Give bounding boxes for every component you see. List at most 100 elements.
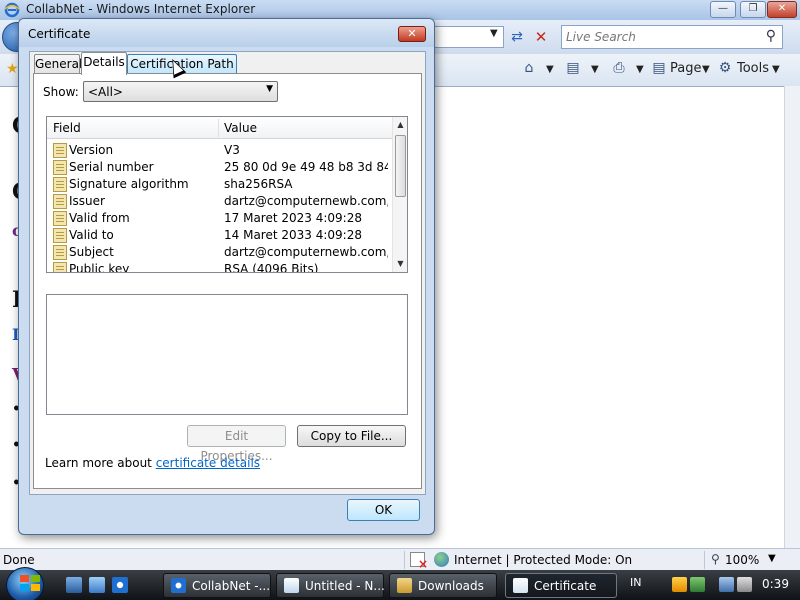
page-dropdown-icon[interactable]: ▼	[702, 64, 710, 75]
clock[interactable]: 0:39	[762, 577, 789, 591]
list-row[interactable]: Subject dartz@computernewb.com, co...	[47, 244, 392, 261]
row-field: Serial number	[69, 160, 154, 174]
row-field: Signature algorithm	[69, 177, 189, 191]
show-dropdown-value: <All>	[88, 85, 123, 99]
status-text: Done	[3, 553, 35, 567]
internet-explorer-icon	[171, 578, 186, 593]
column-divider[interactable]	[218, 119, 219, 137]
certificate-field-icon	[53, 211, 67, 226]
windows-defender-icon[interactable]	[690, 577, 705, 592]
chevron-down-icon: ▼	[266, 84, 273, 94]
show-desktop-icon[interactable]	[66, 577, 82, 593]
taskbar-button-label: Downloads	[418, 579, 484, 593]
dialog-titlebar[interactable]: Certificate ✕	[19, 19, 434, 47]
stop-icon[interactable]: ✕	[530, 26, 552, 48]
learn-more-text: Learn more about certificate details	[45, 456, 260, 470]
tools-dropdown-icon[interactable]: ▼	[772, 64, 780, 75]
column-header-field[interactable]: Field	[53, 121, 81, 135]
ie-titlebar[interactable]: CollabNet - Windows Internet Explorer — …	[0, 0, 800, 20]
search-box[interactable]: ⚲	[561, 25, 783, 49]
dialog-title: Certificate	[28, 27, 91, 41]
notepad-icon	[284, 578, 299, 593]
language-indicator[interactable]: IN	[630, 576, 641, 589]
list-row[interactable]: Public key RSA (4096 Bits)	[47, 261, 392, 273]
ok-button[interactable]: OK	[347, 499, 420, 521]
row-field: Issuer	[69, 194, 105, 208]
copy-to-file-button[interactable]: Copy to File...	[297, 425, 406, 447]
minimize-button[interactable]: —	[710, 1, 736, 18]
row-field: Public key	[69, 262, 130, 273]
column-header-value[interactable]: Value	[224, 121, 257, 135]
taskbar-button-label: CollabNet -...	[192, 579, 271, 593]
zoom-level[interactable]: 100%	[725, 553, 759, 567]
certificate-field-icon	[53, 194, 67, 209]
dialog-close-button[interactable]: ✕	[398, 26, 426, 42]
zoom-icon[interactable]: ⚲	[711, 552, 720, 566]
print-dropdown-icon[interactable]: ▼	[636, 64, 644, 75]
tab-general[interactable]: General	[34, 54, 82, 74]
taskbar-button-collabnet[interactable]: CollabNet -...	[163, 573, 271, 598]
row-value: 17 Maret 2023 4:09:28	[224, 211, 362, 225]
network-icon[interactable]	[719, 577, 734, 592]
search-input[interactable]	[566, 29, 756, 45]
home-icon[interactable]: ⌂	[520, 60, 538, 78]
list-row[interactable]: Signature algorithm sha256RSA	[47, 176, 392, 193]
gear-icon: ⚙	[718, 60, 732, 76]
list-row[interactable]: Issuer dartz@computernewb.com, co...	[47, 193, 392, 210]
field-detail-box[interactable]	[46, 294, 408, 415]
volume-muted-icon[interactable]	[737, 577, 752, 592]
maximize-button[interactable]: ❐	[740, 1, 766, 18]
switch-windows-icon[interactable]	[89, 577, 105, 593]
list-row[interactable]: Valid to 14 Maret 2033 4:09:28	[47, 227, 392, 244]
page-menu[interactable]: Page	[670, 61, 701, 76]
security-shield-icon[interactable]	[672, 577, 687, 592]
row-value: 14 Maret 2033 4:09:28	[224, 228, 362, 242]
search-icon[interactable]: ⚲	[766, 28, 776, 44]
show-dropdown[interactable]: <All> ▼	[83, 81, 278, 102]
list-scrollbar[interactable]: ▲ ▼	[392, 117, 407, 272]
ie-status-bar: Done Internet | Protected Mode: On ⚲ 100…	[0, 548, 800, 571]
tools-menu[interactable]: Tools	[737, 61, 769, 76]
favorites-star-icon[interactable]: ★	[6, 61, 19, 77]
start-button[interactable]	[6, 567, 44, 600]
taskbar-button-certificate[interactable]: Certificate	[505, 573, 617, 598]
edit-properties-button[interactable]: Edit Properties...	[187, 425, 286, 463]
address-dropdown-icon[interactable]: ▼	[490, 28, 498, 39]
taskbar-button-notepad[interactable]: Untitled - N...	[276, 573, 385, 598]
blocked-content-icon[interactable]	[410, 552, 428, 571]
page-scrollbar[interactable]	[784, 86, 800, 548]
tab-details[interactable]: Details	[81, 52, 127, 75]
zoom-dropdown-icon[interactable]: ▼	[768, 553, 776, 564]
status-divider	[404, 551, 405, 569]
security-zone-text[interactable]: Internet | Protected Mode: On	[454, 553, 632, 567]
taskbar-button-label: Certificate	[534, 579, 597, 593]
row-value: V3	[224, 143, 240, 157]
internet-explorer-icon	[4, 2, 20, 18]
printer-icon[interactable]: ⎙	[610, 60, 628, 78]
certificate-details-link[interactable]: certificate details	[156, 456, 260, 470]
refresh-icon[interactable]: ⇄	[506, 26, 528, 48]
internet-explorer-icon[interactable]	[112, 577, 128, 593]
list-row[interactable]: Version V3	[47, 142, 392, 159]
list-row[interactable]: Valid from 17 Maret 2023 4:09:28	[47, 210, 392, 227]
rss-feed-icon[interactable]: ▤	[564, 60, 582, 78]
feeds-dropdown-icon[interactable]: ▼	[591, 64, 599, 75]
close-button[interactable]: ✕	[767, 1, 797, 18]
certificate-fields-list[interactable]: Field Value Version V3 Serial number 25 …	[46, 116, 408, 273]
folder-icon	[397, 578, 412, 593]
certificate-field-icon	[53, 143, 67, 158]
row-value: 25 80 0d 9e 49 48 b8 3d 84 3f...	[224, 160, 388, 174]
home-dropdown-icon[interactable]: ▼	[546, 64, 554, 75]
certificate-field-icon	[53, 160, 67, 175]
scrollbar-thumb[interactable]	[395, 135, 406, 197]
certificate-field-icon	[53, 245, 67, 260]
internet-zone-globe-icon[interactable]	[434, 552, 449, 567]
details-tab-panel: Show: <All> ▼ Field Value Version V3 Ser…	[33, 73, 422, 489]
list-row[interactable]: Serial number 25 80 0d 9e 49 48 b8 3d 84…	[47, 159, 392, 176]
taskbar-button-downloads[interactable]: Downloads	[389, 573, 497, 598]
scroll-up-icon[interactable]: ▲	[393, 117, 407, 133]
scroll-down-icon[interactable]: ▼	[393, 256, 407, 272]
certificate-field-icon	[53, 228, 67, 243]
taskbar: CollabNet -... Untitled - N... Downloads…	[0, 567, 800, 600]
taskbar-button-label: Untitled - N...	[305, 579, 385, 593]
